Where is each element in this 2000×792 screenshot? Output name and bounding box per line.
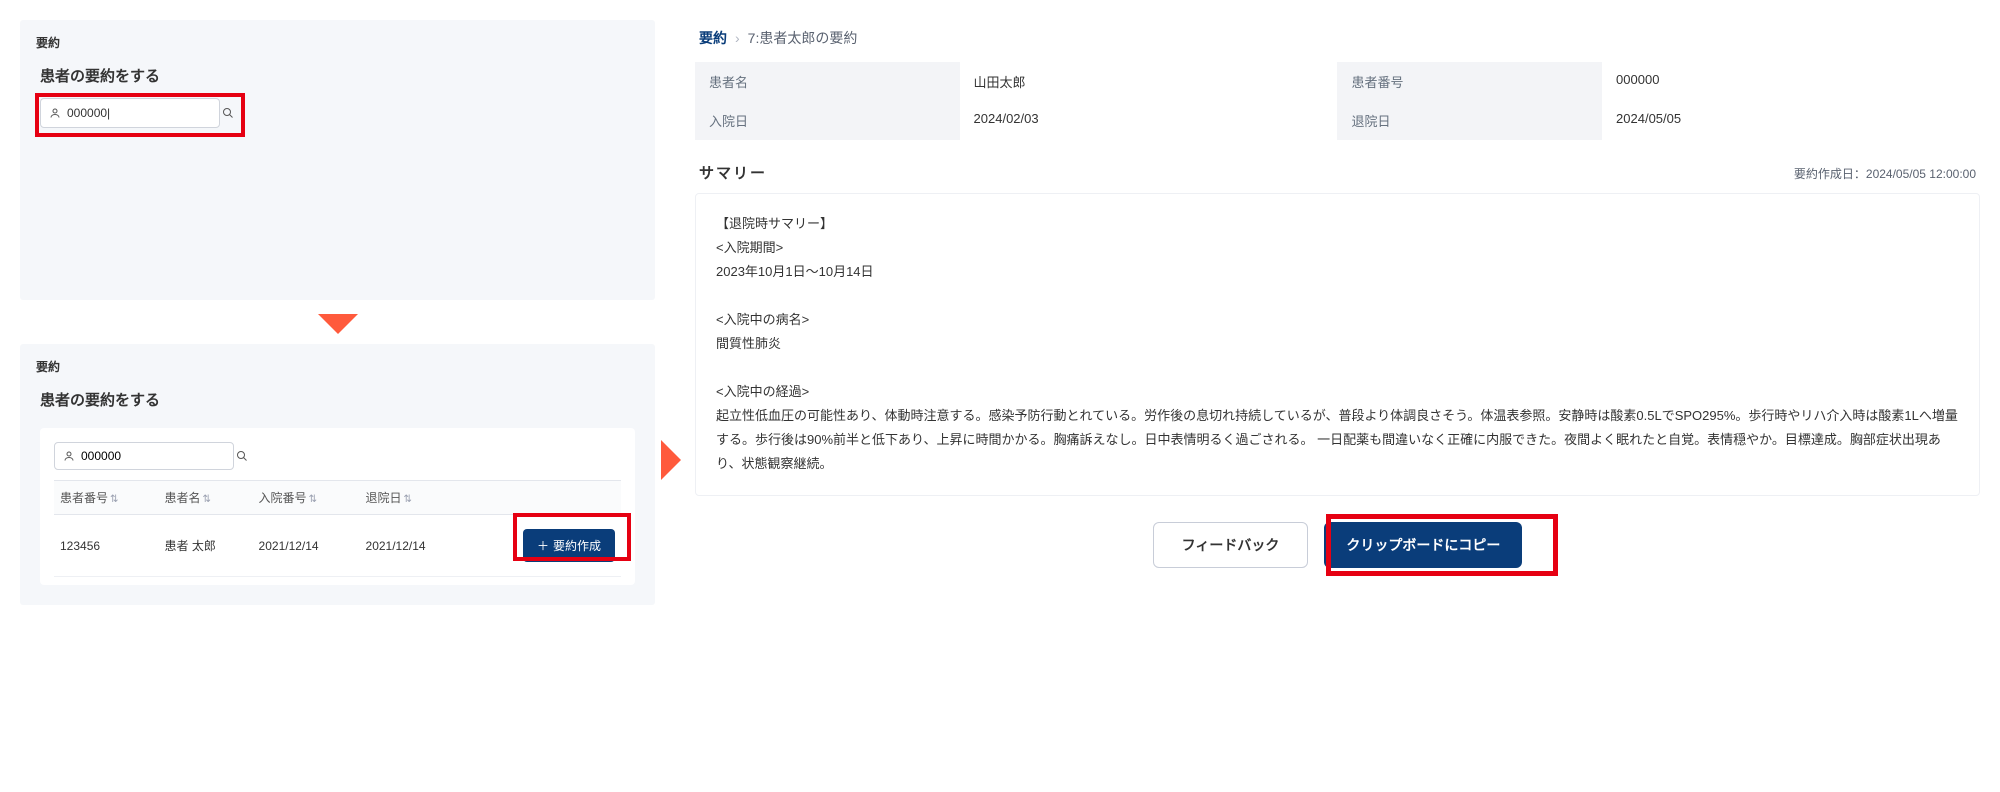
summary-panel-results: 要約 患者の要約をする 患者番号⇅ 患者名⇅ bbox=[20, 344, 655, 605]
patient-search-field[interactable] bbox=[40, 98, 220, 128]
panel-subtitle: 患者の要約をする bbox=[20, 385, 655, 422]
results-card: 患者番号⇅ 患者名⇅ 入院番号⇅ 退院日⇅ 123456 患者 太郎 2021/… bbox=[40, 428, 635, 585]
cell-name: 患者 太郎 bbox=[159, 515, 253, 577]
info-value-number: 000000 bbox=[1602, 62, 1980, 101]
summary-created-date: 要約作成日：2024/05/05 12:00:00 bbox=[1794, 165, 1976, 182]
arrow-down-icon bbox=[318, 314, 358, 334]
search-icon[interactable] bbox=[222, 107, 234, 119]
col-header-discharge[interactable]: 退院日⇅ bbox=[360, 481, 467, 515]
copy-clipboard-button[interactable]: クリップボードにコピー bbox=[1324, 522, 1522, 568]
arrow-right-icon bbox=[661, 440, 681, 480]
breadcrumb-root[interactable]: 要約 bbox=[699, 28, 727, 48]
search-input[interactable] bbox=[81, 449, 236, 463]
panel-title: 要約 bbox=[20, 20, 655, 61]
patient-results-table: 患者番号⇅ 患者名⇅ 入院番号⇅ 退院日⇅ 123456 患者 太郎 2021/… bbox=[54, 480, 621, 577]
person-icon bbox=[49, 107, 61, 119]
info-label-name: 患者名 bbox=[695, 62, 960, 101]
panel-subtitle: 患者の要約をする bbox=[20, 61, 655, 98]
col-header-id[interactable]: 患者番号⇅ bbox=[54, 481, 159, 515]
sort-icon: ⇅ bbox=[203, 494, 211, 505]
create-button-label: 要約作成 bbox=[553, 537, 601, 554]
info-label-discharge: 退院日 bbox=[1337, 101, 1602, 140]
col-header-admit[interactable]: 入院番号⇅ bbox=[253, 481, 360, 515]
feedback-button[interactable]: フィードバック bbox=[1153, 522, 1309, 568]
sort-icon: ⇅ bbox=[404, 494, 412, 505]
summary-title: サマリー bbox=[699, 162, 767, 183]
info-value-admit: 2024/02/03 bbox=[960, 101, 1338, 140]
patient-search-field[interactable] bbox=[54, 442, 234, 470]
chevron-right-icon: › bbox=[735, 30, 740, 46]
info-label-number: 患者番号 bbox=[1337, 62, 1602, 101]
plus-icon: ＋ bbox=[537, 537, 549, 554]
summary-body: 【退院時サマリー】 <入院期間> 2023年10月1日～10月14日 <入院中の… bbox=[695, 193, 1980, 496]
sort-icon: ⇅ bbox=[309, 494, 317, 505]
create-summary-button[interactable]: ＋ 要約作成 bbox=[523, 529, 615, 562]
cell-id: 123456 bbox=[54, 515, 159, 577]
search-input[interactable] bbox=[67, 106, 222, 120]
sort-icon: ⇅ bbox=[110, 494, 118, 505]
table-row: 123456 患者 太郎 2021/12/14 2021/12/14 ＋ 要約作… bbox=[54, 515, 621, 577]
col-header-name[interactable]: 患者名⇅ bbox=[159, 481, 253, 515]
summary-panel-search: 要約 患者の要約をする bbox=[20, 20, 655, 300]
breadcrumb-item: 7:患者太郎の要約 bbox=[748, 28, 858, 48]
panel-title: 要約 bbox=[20, 344, 655, 385]
breadcrumb: 要約 › 7:患者太郎の要約 bbox=[695, 20, 1980, 62]
cell-discharge: 2021/12/14 bbox=[360, 515, 467, 577]
info-value-discharge: 2024/05/05 bbox=[1602, 101, 1980, 140]
info-label-admit: 入院日 bbox=[695, 101, 960, 140]
info-value-name: 山田太郎 bbox=[960, 62, 1338, 101]
cell-admit: 2021/12/14 bbox=[253, 515, 360, 577]
person-icon bbox=[63, 450, 75, 462]
patient-info-grid: 患者名 山田太郎 患者番号 000000 入院日 2024/02/03 退院日 … bbox=[695, 62, 1980, 140]
search-icon[interactable] bbox=[236, 450, 248, 462]
